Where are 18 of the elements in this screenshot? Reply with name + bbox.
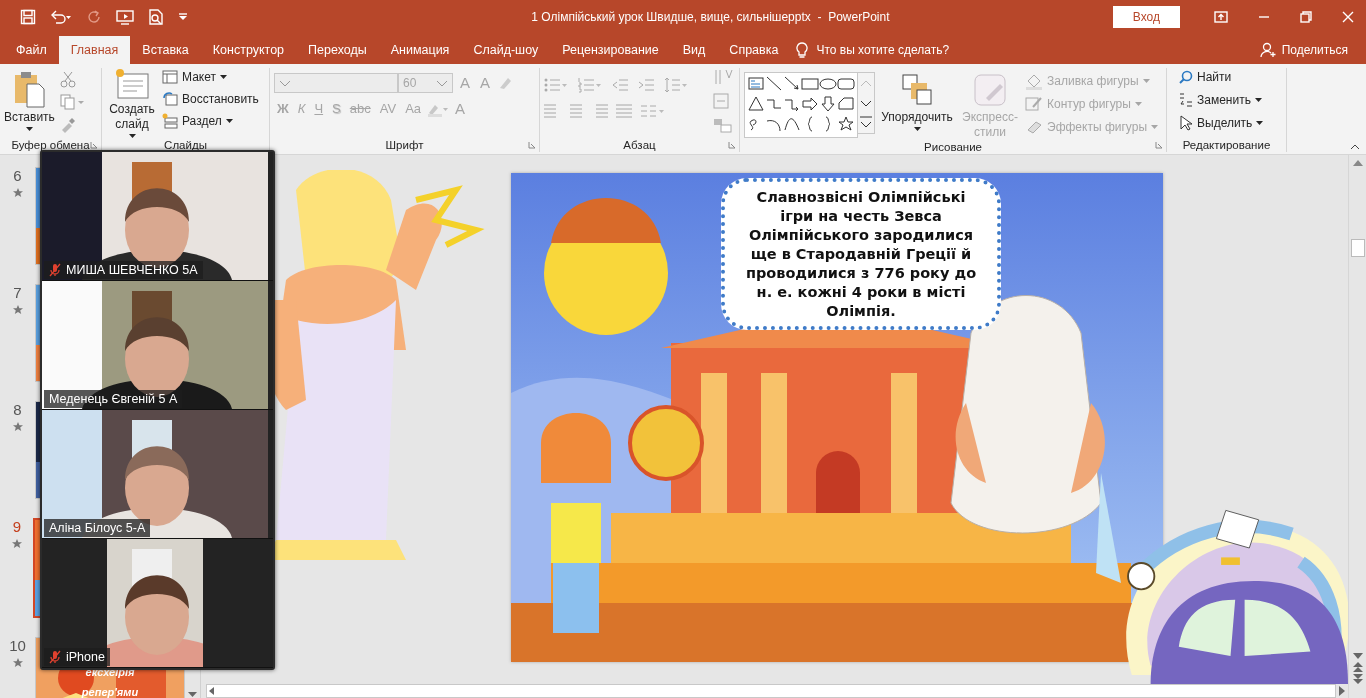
participant-name: iPhone [66, 650, 105, 664]
group-label: Редактирование [1182, 138, 1271, 152]
group-label: Рисование [924, 140, 982, 154]
group-label: Буфер обмена [11, 138, 90, 152]
slide-number: 9 [12, 518, 22, 535]
slide-number: 10 [9, 637, 26, 654]
slide-number: 6 [13, 167, 22, 184]
font-size-value: 60 [403, 76, 417, 90]
slide-number: 7 [13, 284, 22, 301]
slide-number: 8 [13, 401, 22, 418]
paste-label: Вставить [4, 110, 55, 125]
participant-name: Меденець Євгеній 5 А [49, 392, 178, 406]
thumbnail-text: репер'ями [80, 686, 140, 698]
thumbnail-text: ексхеірія [84, 666, 136, 678]
group-label: Слайды [164, 138, 207, 152]
group-label: Шрифт [385, 138, 424, 152]
group-label: Абзац [623, 138, 656, 152]
window-title: 1 Олімпійський урок Швидше, вище, сильнішеpptx - PowerPoint [530, 9, 891, 24]
